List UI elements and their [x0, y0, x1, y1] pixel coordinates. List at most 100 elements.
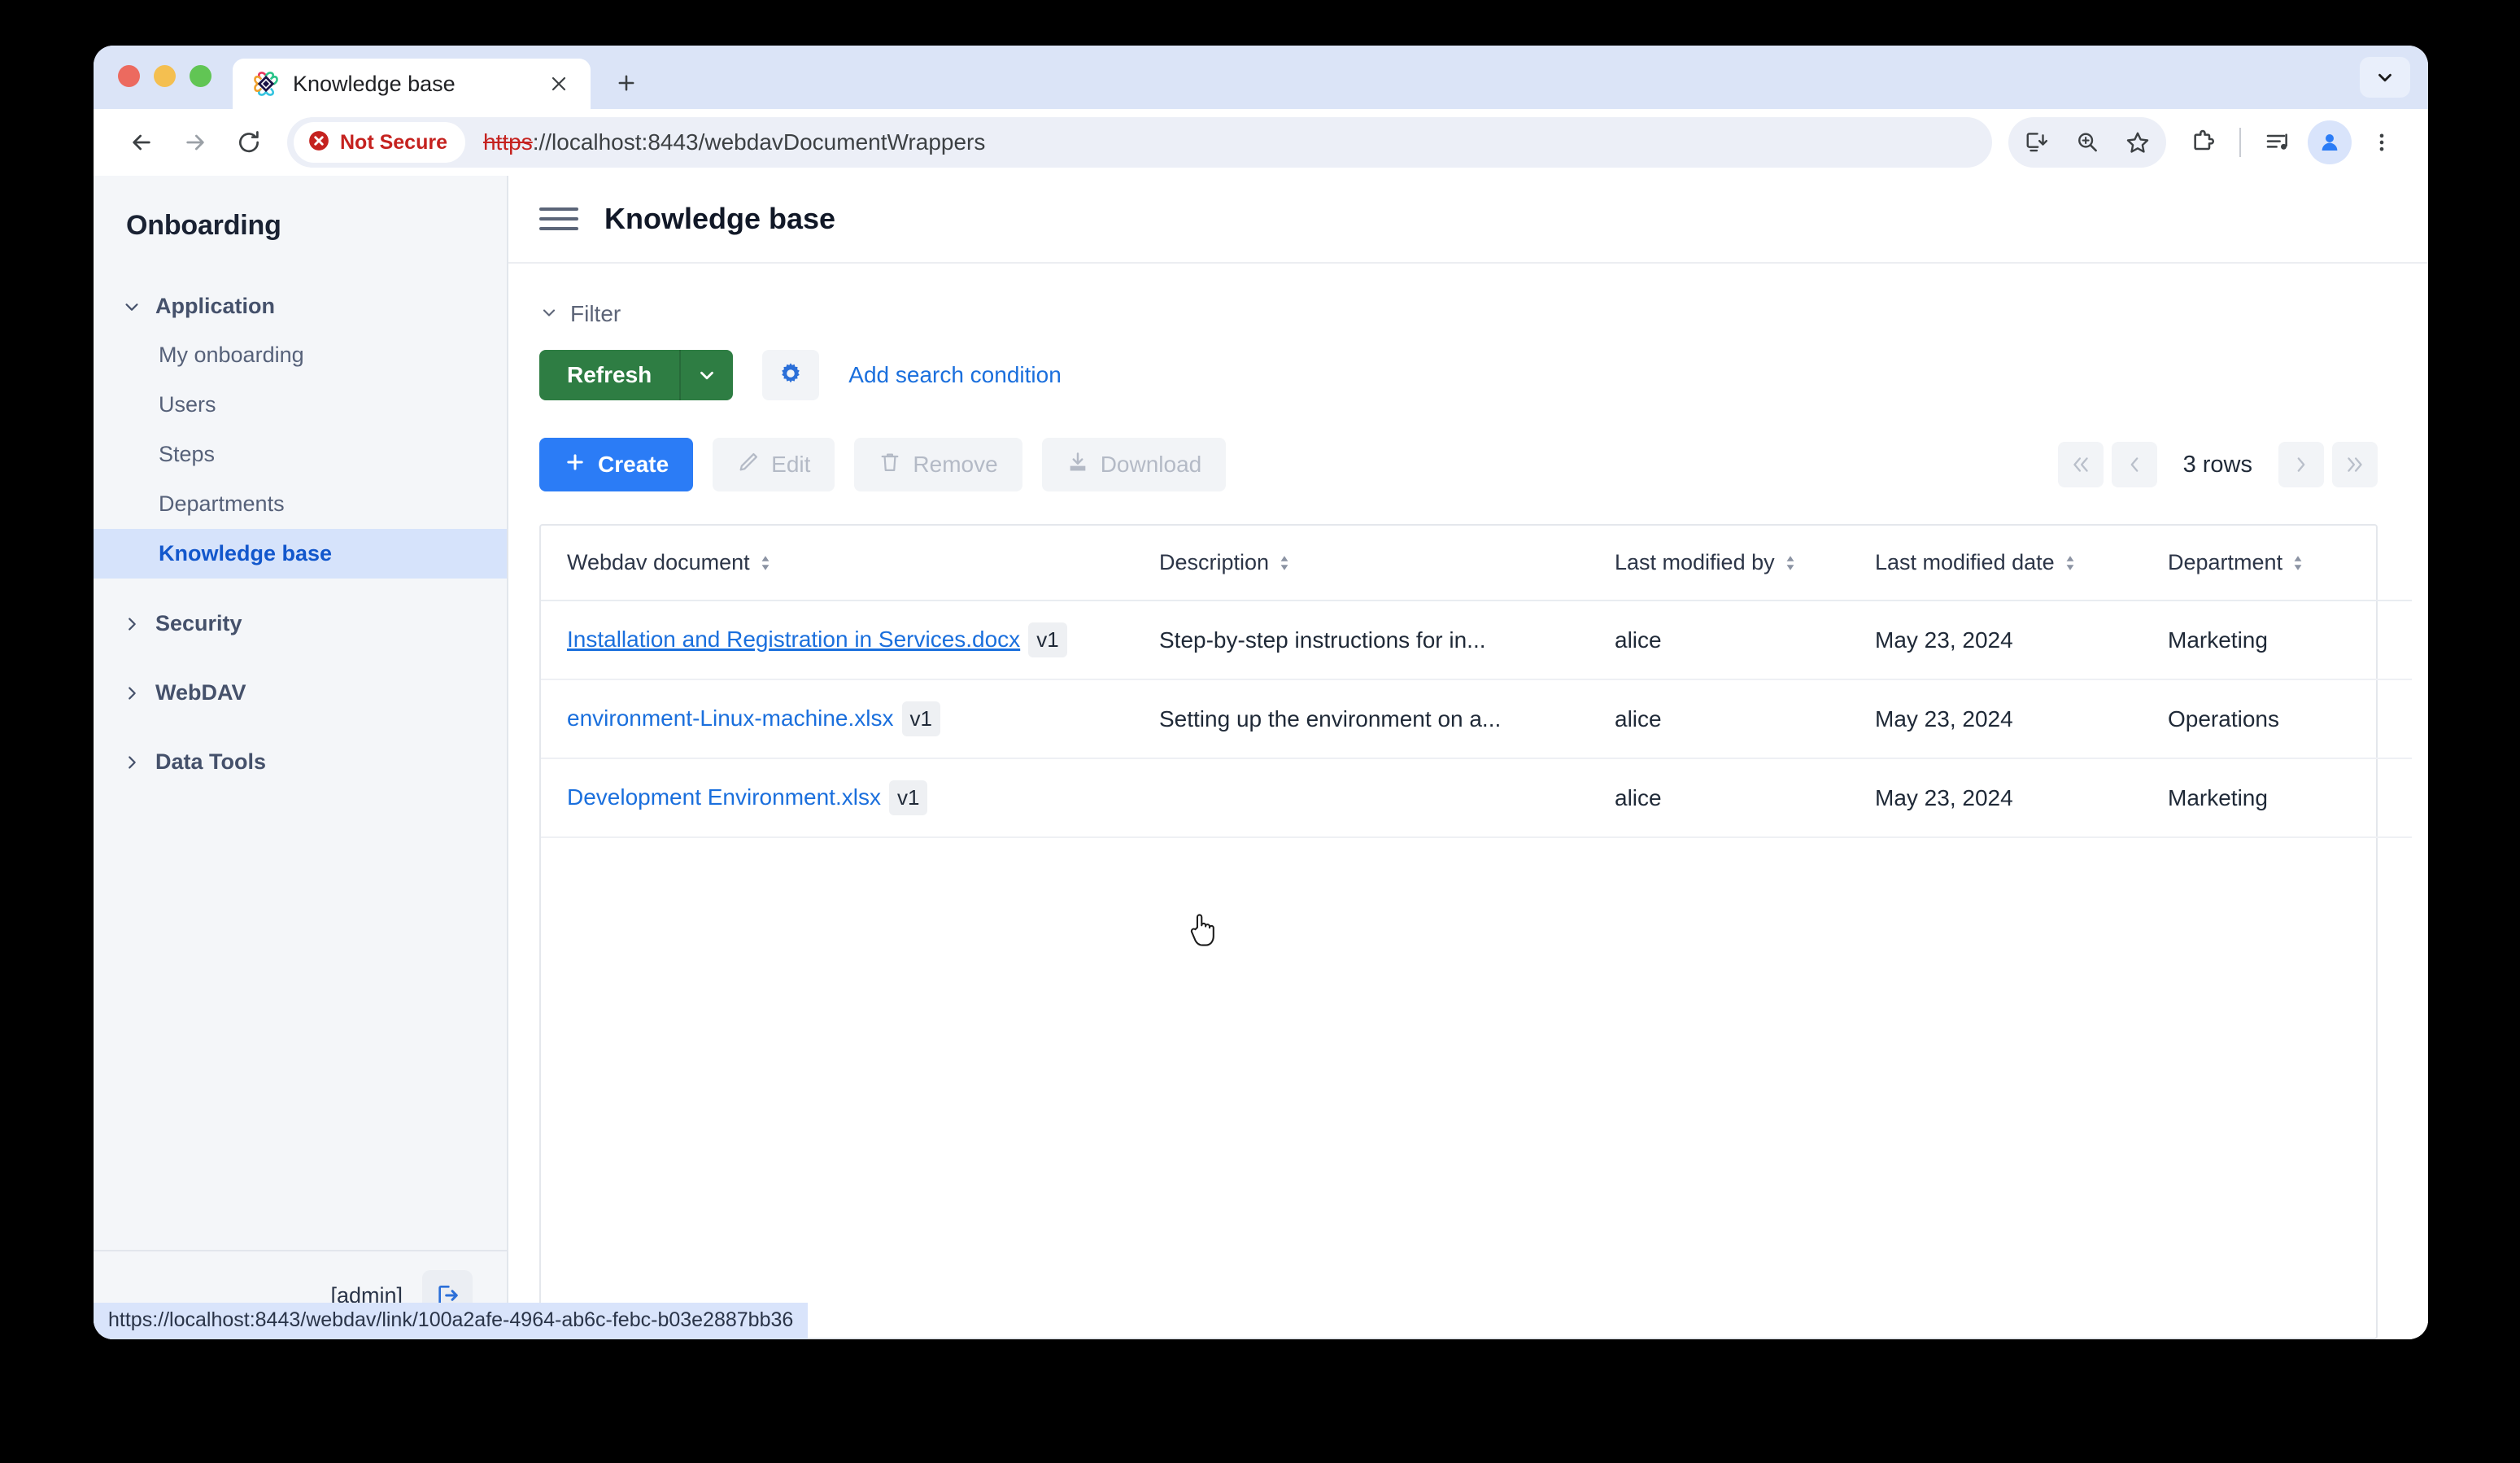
close-icon[interactable] — [543, 68, 574, 99]
cell-description: Step-by-step instructions for in... — [1159, 600, 1615, 679]
document-link[interactable]: environment-Linux-machine.xlsx — [567, 705, 894, 731]
first-page-button[interactable] — [2058, 442, 2104, 487]
column-label: Webdav document — [567, 550, 750, 575]
maximize-window-button[interactable] — [190, 65, 211, 87]
version-badge: v1 — [902, 701, 940, 736]
minimize-window-button[interactable] — [154, 65, 176, 87]
url-scheme: https — [483, 129, 533, 155]
sidebar-item-steps[interactable]: Steps — [94, 430, 507, 479]
document-link[interactable]: Installation and Registration in Service… — [567, 627, 1020, 652]
refresh-split-button: Refresh — [539, 350, 733, 400]
chevron-down-icon — [539, 303, 559, 326]
back-arrow-icon[interactable] — [115, 116, 168, 169]
sidebar-group-data-tools[interactable]: Data Tools — [94, 738, 507, 786]
table-header-row: Webdav document Description — [541, 526, 2412, 600]
omnibox-action-icons — [2008, 117, 2166, 168]
page-title: Knowledge base — [604, 202, 835, 236]
security-label: Not Secure — [340, 131, 447, 155]
table-row[interactable]: Development Environment.xlsxv1 alice May… — [541, 758, 2412, 837]
download-button[interactable]: Download — [1042, 438, 1227, 491]
gear-icon — [778, 360, 804, 391]
install-app-icon[interactable] — [2012, 117, 2062, 168]
hamburger-icon[interactable] — [539, 202, 578, 236]
not-secure-icon — [307, 129, 331, 157]
table-row[interactable]: environment-Linux-machine.xlsxv1 Setting… — [541, 679, 2412, 758]
column-header-description[interactable]: Description — [1159, 526, 1615, 600]
forward-arrow-icon[interactable] — [168, 116, 222, 169]
cell-modified-date: May 23, 2024 — [1875, 679, 2168, 758]
main-content: Knowledge base Filter Refresh — [508, 176, 2428, 1339]
app-diamond-logo-icon — [252, 70, 280, 98]
media-playlist-icon[interactable] — [2252, 117, 2303, 168]
version-badge: v1 — [1028, 622, 1066, 657]
sidebar-group-security[interactable]: Security — [94, 600, 507, 648]
main-header: Knowledge base — [508, 176, 2428, 264]
sidebar-nav: Application My onboarding Users Steps De… — [94, 282, 507, 1250]
sidebar-group-webdav[interactable]: WebDAV — [94, 669, 507, 717]
column-header-last-modified-by[interactable]: Last modified by — [1615, 526, 1875, 600]
tab-search-button[interactable] — [2360, 57, 2410, 98]
reload-icon[interactable] — [222, 116, 276, 169]
browser-toolbar-icons — [2008, 117, 2407, 168]
last-page-button[interactable] — [2332, 442, 2378, 487]
cell-document: Installation and Registration in Service… — [541, 600, 1159, 679]
column-header-webdav-document[interactable]: Webdav document — [541, 526, 1159, 600]
documents-table: Webdav document Description — [541, 526, 2412, 838]
extensions-puzzle-icon[interactable] — [2178, 117, 2228, 168]
profile-avatar-icon[interactable] — [2308, 120, 2352, 164]
column-label: Department — [2168, 550, 2282, 575]
address-bar[interactable]: Not Secure https://localhost:8443/webdav… — [287, 117, 1992, 168]
refresh-dropdown-button[interactable] — [679, 350, 733, 400]
table-row[interactable]: Installation and Registration in Service… — [541, 600, 2412, 679]
browser-tab[interactable]: Knowledge base — [233, 59, 591, 109]
browser-toolbar: Not Secure https://localhost:8443/webdav… — [94, 109, 2428, 176]
sidebar-group-label: Data Tools — [155, 749, 266, 775]
sidebar-item-departments[interactable]: Departments — [94, 479, 507, 529]
plus-icon — [564, 451, 586, 479]
sidebar-group-application[interactable]: Application — [94, 282, 507, 330]
main-body: Filter Refresh — [508, 264, 2428, 1339]
cell-document: environment-Linux-machine.xlsx v1 — [541, 679, 1159, 758]
create-button[interactable]: Create — [539, 438, 693, 491]
chevron-down-icon — [696, 365, 717, 386]
app-sidebar: Onboarding Application My onboarding Use… — [94, 176, 508, 1339]
next-page-button[interactable] — [2278, 442, 2324, 487]
document-link[interactable]: Development Environment.xlsx — [567, 784, 881, 810]
sidebar-item-knowledge-base[interactable]: Knowledge base — [94, 529, 507, 579]
site-security-chip[interactable]: Not Secure — [294, 122, 465, 163]
filter-settings-button[interactable] — [762, 350, 819, 400]
edit-button[interactable]: Edit — [713, 438, 835, 491]
cell-department: Marketing — [2168, 600, 2412, 679]
browser-tab-strip: Knowledge base — [94, 46, 2428, 109]
add-search-condition-link[interactable]: Add search condition — [848, 362, 1062, 388]
new-tab-button[interactable] — [605, 62, 647, 104]
window-traffic-lights — [118, 46, 233, 109]
sidebar-spacer — [94, 717, 507, 738]
link-preview-status-bar: https://localhost:8443/webdav/link/100a2… — [94, 1303, 808, 1339]
column-header-last-modified-date[interactable]: Last modified date — [1875, 526, 2168, 600]
sidebar-item-my-onboarding[interactable]: My onboarding — [94, 330, 507, 380]
trash-icon — [879, 451, 901, 479]
crud-toolbar: Create Edit Remove — [539, 438, 2378, 491]
prev-page-button[interactable] — [2112, 442, 2157, 487]
toolbar-divider — [2239, 128, 2241, 157]
double-chevron-right-icon — [2344, 454, 2365, 475]
sidebar-item-users[interactable]: Users — [94, 380, 507, 430]
filter-toggle[interactable]: Filter — [539, 301, 2378, 327]
refresh-button[interactable]: Refresh — [539, 350, 679, 400]
sidebar-group-label: WebDAV — [155, 680, 246, 705]
zoom-icon[interactable] — [2062, 117, 2112, 168]
sort-icon — [1785, 554, 1796, 572]
column-header-department[interactable]: Department — [2168, 526, 2412, 600]
chevron-right-icon — [2291, 454, 2312, 475]
bookmark-star-icon[interactable] — [2112, 117, 2163, 168]
chevron-right-icon — [123, 753, 141, 771]
kebab-menu-icon[interactable] — [2357, 117, 2407, 168]
close-window-button[interactable] — [118, 65, 140, 87]
sort-icon — [760, 554, 771, 572]
cell-modified-by: alice — [1615, 758, 1875, 837]
cell-modified-date: May 23, 2024 — [1875, 600, 2168, 679]
documents-table-card: Webdav document Description — [539, 524, 2378, 1339]
remove-button[interactable]: Remove — [854, 438, 1022, 491]
column-label: Last modified date — [1875, 550, 2055, 575]
